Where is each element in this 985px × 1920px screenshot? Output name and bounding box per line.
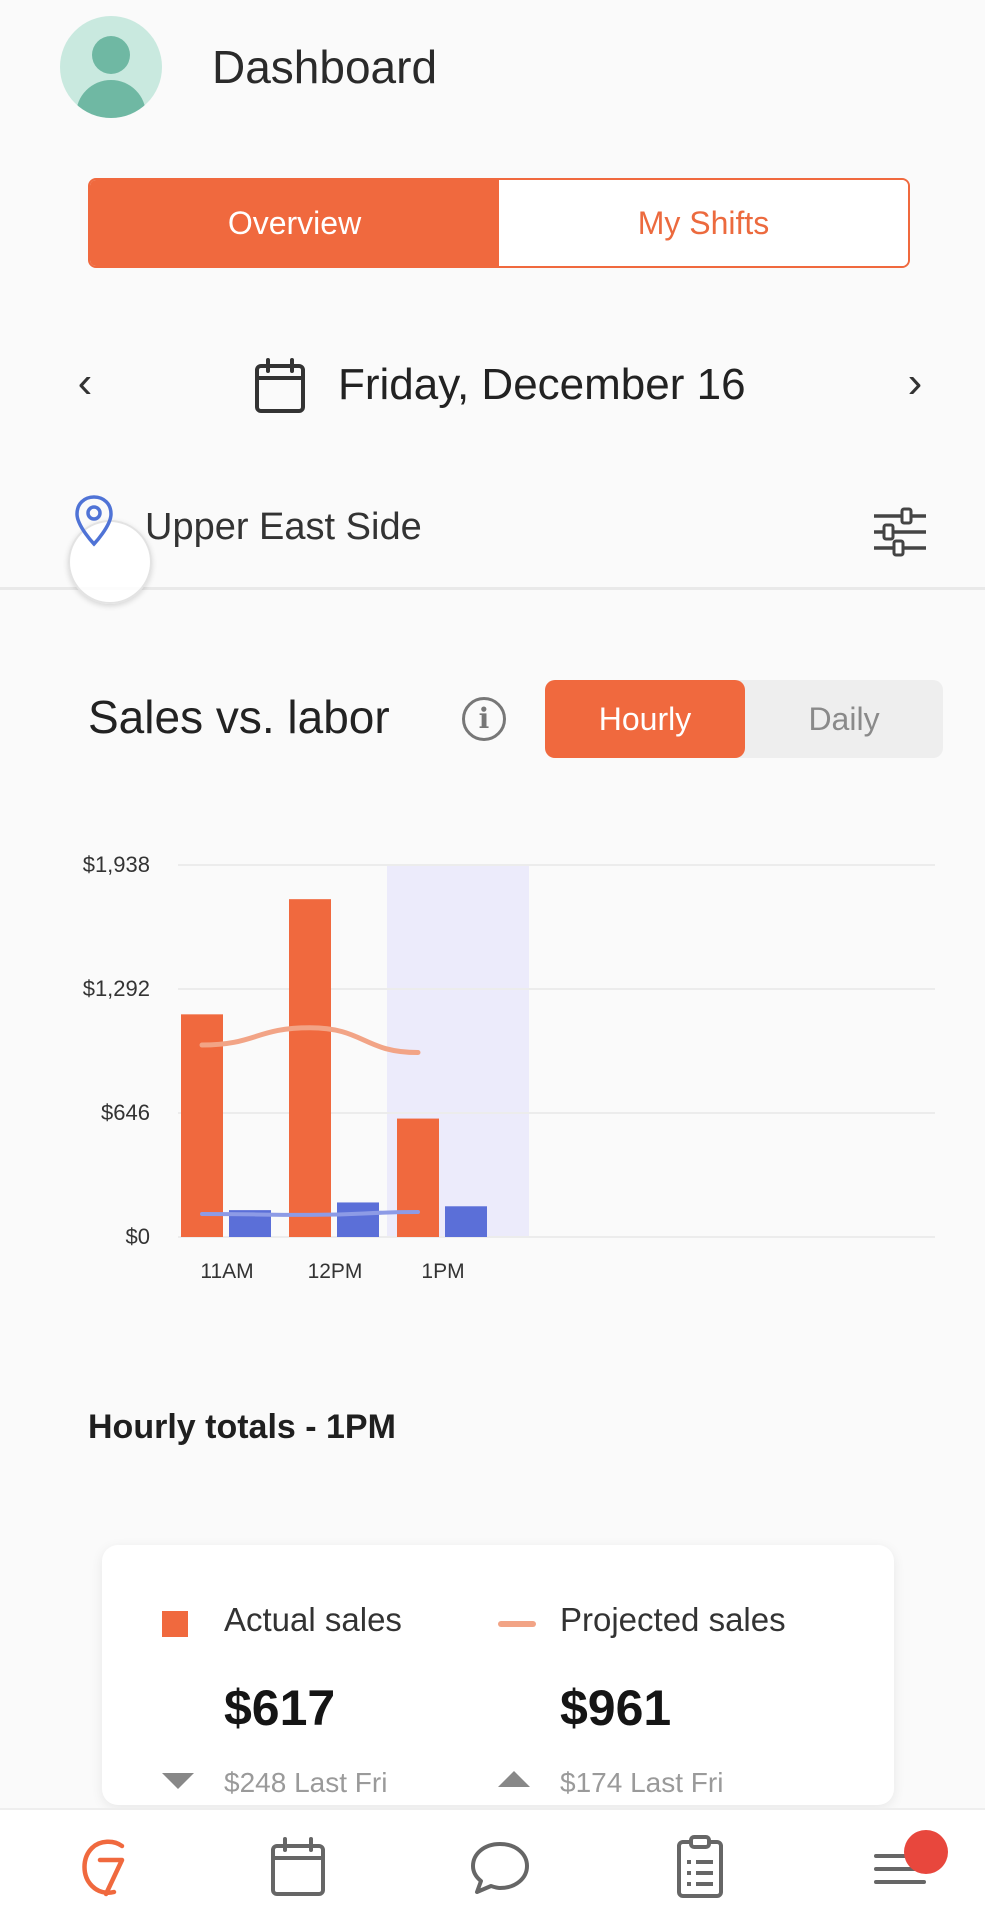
next-day-chevron-icon[interactable]: › [890, 358, 940, 408]
info-icon[interactable]: i [462, 697, 506, 741]
location-bar: Upper East Side [0, 490, 985, 604]
y-tick-label: $646 [101, 1100, 150, 1125]
y-tick-label: $0 [126, 1224, 150, 1249]
date-navigator: ‹ Friday, December 16 › [0, 340, 985, 430]
tab-my-shifts[interactable]: My Shifts [499, 180, 908, 266]
sales-vs-labor-chart[interactable]: $0 $646 $1,292 $1,938 11AM 12PM 1PM [0, 820, 985, 1300]
tab-overview[interactable]: Overview [90, 180, 499, 266]
chat-icon[interactable] [465, 1832, 535, 1902]
home-logo-icon[interactable] [70, 1832, 140, 1902]
chart-title: Sales vs. labor [88, 691, 390, 743]
y-tick-label: $1,292 [83, 976, 150, 1001]
calendar-icon [255, 358, 305, 413]
location-pin-icon [75, 495, 113, 547]
actual-sales-bar [397, 1118, 439, 1237]
actual-sales-legend-swatch [162, 1611, 188, 1637]
trend-up-icon [498, 1771, 530, 1787]
notification-badge [904, 1830, 948, 1874]
actual-sales-comparison: $248 Last Fri [224, 1767, 388, 1798]
projected-sales-value: $961 [560, 1680, 672, 1736]
actual-sales-bar [289, 899, 331, 1237]
toggle-daily[interactable]: Daily [745, 680, 943, 758]
view-segmented-control: Overview My Shifts [88, 178, 910, 268]
clipboard-icon[interactable] [665, 1832, 735, 1902]
x-tick-label: 12PM [308, 1260, 363, 1283]
x-tick-label: 1PM [421, 1260, 464, 1283]
y-tick-label: $1,938 [83, 852, 150, 877]
projected-sales-comparison: $174 Last Fri [560, 1767, 724, 1798]
location-name[interactable]: Upper East Side [145, 506, 422, 549]
x-tick-label: 11AM [200, 1260, 253, 1283]
previous-day-chevron-icon[interactable]: ‹ [60, 358, 110, 408]
hourly-totals-card: Actual sales $617 $248 Last Fri Projecte… [102, 1545, 894, 1805]
filter-sliders-icon[interactable] [870, 504, 930, 560]
projected-sales-label: Projected sales [560, 1601, 786, 1638]
labor-bar [337, 1202, 379, 1237]
selected-date[interactable]: Friday, December 16 [338, 360, 746, 410]
projected-sales-legend-line [498, 1621, 536, 1627]
hourly-totals-title: Hourly totals - 1PM [88, 1408, 396, 1446]
toggle-hourly[interactable]: Hourly [545, 680, 745, 758]
actual-sales-label: Actual sales [224, 1601, 402, 1638]
actual-sales-value: $617 [224, 1680, 336, 1736]
header: Dashboard [0, 0, 985, 130]
granularity-toggle: Hourly Daily [545, 680, 943, 758]
labor-bar [445, 1206, 487, 1237]
page-title: Dashboard [212, 41, 438, 93]
bottom-nav [0, 1808, 985, 1920]
calendar-icon[interactable] [263, 1832, 333, 1902]
trend-down-icon [162, 1773, 194, 1789]
actual-sales-bar [181, 1014, 223, 1237]
user-avatar-icon[interactable] [60, 16, 162, 118]
